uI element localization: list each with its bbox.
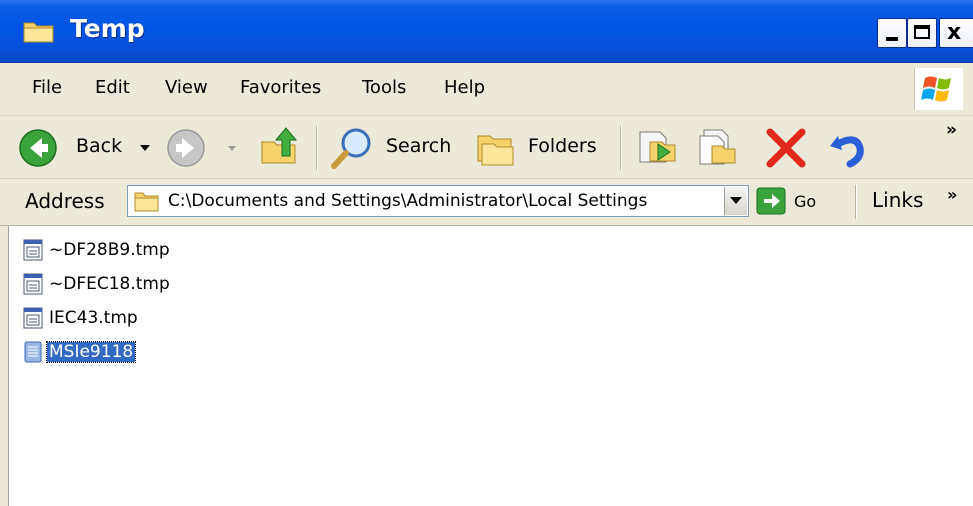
minimize-button[interactable] <box>877 18 907 48</box>
copy-to-button[interactable] <box>696 124 740 168</box>
folder-icon <box>23 22 54 43</box>
close-button[interactable]: x <box>939 18 973 48</box>
window-title: Temp <box>70 14 145 43</box>
menu-edit[interactable]: Edit <box>95 77 130 98</box>
up-folder-icon <box>261 127 298 164</box>
address-value: C:\Documents and Settings\Administrator\… <box>168 191 648 211</box>
maximize-icon <box>914 25 930 39</box>
maximize-button[interactable] <box>907 18 937 48</box>
folders-button[interactable]: Folders <box>474 126 604 170</box>
text-file-icon <box>24 341 42 363</box>
file-name: IEC43.tmp <box>49 308 138 328</box>
go-arrow-icon[interactable] <box>756 187 786 215</box>
menu-tools[interactable]: Tools <box>362 77 406 98</box>
toolbar-overflow-button[interactable]: » <box>946 120 957 140</box>
tmp-file-icon <box>23 307 43 329</box>
forward-arrow-icon <box>167 129 205 167</box>
search-icon <box>331 128 371 169</box>
file-name: ~DFEC18.tmp <box>49 274 170 294</box>
forward-dropdown-icon[interactable] <box>228 146 236 151</box>
undo-button[interactable] <box>826 126 870 170</box>
chevron-down-icon <box>730 197 742 204</box>
up-button[interactable] <box>258 124 302 168</box>
copy-to-icon <box>699 129 736 165</box>
menu-bar: File Edit View Favorites Tools Help <box>0 63 973 116</box>
file-name: ~DF28B9.tmp <box>49 240 170 260</box>
tmp-file-icon <box>23 273 43 295</box>
address-bar: Address C:\Documents and Settings\Admini… <box>0 179 973 226</box>
menu-help[interactable]: Help <box>444 77 485 98</box>
file-name: MSIe9118 <box>45 341 137 363</box>
address-input[interactable]: C:\Documents and Settings\Administrator\… <box>127 185 749 217</box>
minimize-icon <box>886 37 898 41</box>
folder-icon <box>134 192 159 212</box>
move-to-icon <box>639 131 676 163</box>
explorer-window: Temp x File Edit View Favorites Tools He… <box>0 0 973 506</box>
close-icon: x <box>947 20 962 45</box>
search-button[interactable]: Search <box>330 126 452 170</box>
menu-favorites[interactable]: Favorites <box>240 77 321 98</box>
file-list[interactable]: ~DF28B9.tmp ~DFEC18.tmp IEC43.tmp MSIe91… <box>8 226 973 506</box>
move-to-button[interactable] <box>636 124 680 168</box>
title-bar[interactable]: Temp x <box>0 0 973 63</box>
forward-button[interactable] <box>166 128 236 168</box>
toolbar-separator <box>855 185 857 219</box>
standard-toolbar: Back Search Folders » <box>0 116 973 179</box>
back-button[interactable]: Back <box>18 128 158 168</box>
address-dropdown-button[interactable] <box>724 187 747 215</box>
undo-icon <box>830 136 864 168</box>
back-dropdown-icon[interactable] <box>140 145 150 151</box>
folders-icon <box>477 135 514 166</box>
go-button[interactable]: Go <box>794 192 816 211</box>
address-label: Address <box>25 189 105 213</box>
links-button[interactable]: Links <box>872 188 923 212</box>
folders-label: Folders <box>528 135 597 157</box>
back-label: Back <box>76 135 123 157</box>
menu-view[interactable]: View <box>165 77 208 98</box>
tmp-file-icon <box>23 239 43 261</box>
back-arrow-icon <box>19 129 57 167</box>
delete-button[interactable] <box>764 126 808 170</box>
toolbar-separator <box>620 126 622 170</box>
windows-logo-icon <box>914 68 963 110</box>
links-overflow-button[interactable]: » <box>947 185 957 204</box>
menu-file[interactable]: File <box>32 77 62 98</box>
delete-icon <box>766 128 806 168</box>
toolbar-separator <box>316 126 318 170</box>
search-label: Search <box>386 135 452 157</box>
